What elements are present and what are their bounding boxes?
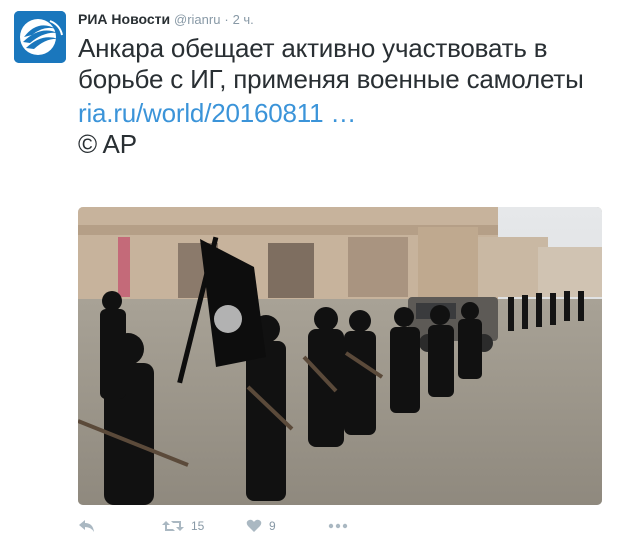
avatar[interactable] [14,11,66,63]
header-separator: · [224,12,229,27]
like-button[interactable]: 9 [246,516,328,536]
more-icon [328,523,348,529]
tweet-text: Анкара обещает активно участвовать в бор… [78,33,584,94]
tweet-header: РИА Новости @rianru · 2 ч. [78,10,254,29]
photo-credit: © AP [78,129,137,159]
photo-scene-image [78,207,602,505]
like-count: 9 [269,519,276,533]
author-fullname[interactable]: РИА Новости [78,11,170,27]
tweet-link[interactable]: ria.ru/world/20160811 … [78,98,598,129]
more-button[interactable] [328,516,348,536]
tweet-photo[interactable] [78,207,602,505]
retweet-count: 15 [191,519,205,533]
tweet-timestamp[interactable]: 2 ч. [233,12,254,27]
ria-novosti-logo-icon [14,11,66,63]
tweet-content: Анкара обещает активно участвовать в бор… [78,33,598,160]
heart-icon [246,519,262,532]
retweet-button[interactable]: 15 [162,516,246,536]
retweet-icon [162,521,184,531]
tweet: РИА Новости @rianru · 2 ч. Анкара обещае… [0,0,620,545]
author-username[interactable]: @rianru [174,12,220,27]
reply-button[interactable] [78,516,162,536]
reply-icon [79,520,94,532]
tweet-actions: 15 9 [78,516,348,536]
